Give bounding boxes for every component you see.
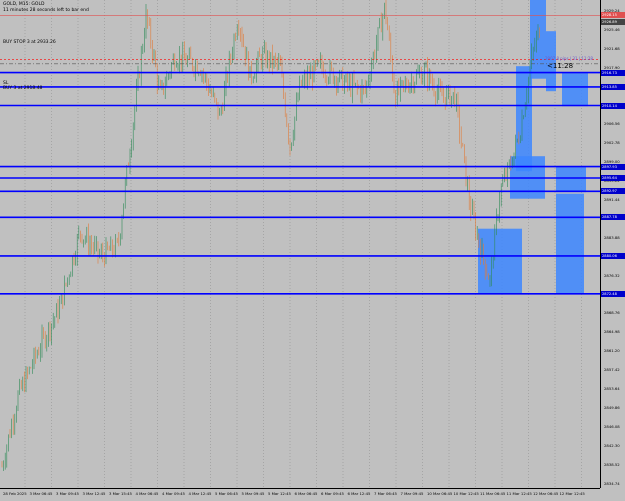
time-tick-label: 28 Feb 2025 [3, 491, 27, 496]
price-tick-label: 2864.98 [604, 329, 620, 335]
price-tick-label: 2834.74 [604, 480, 620, 486]
plot-area[interactable]: GOLD, M15: GOLD 11 minutes 28 seconds le… [0, 0, 600, 488]
zone-rect [516, 66, 532, 172]
bid-price-tag: 2926.89 [601, 18, 625, 25]
price-tick-label: 2876.32 [604, 272, 620, 278]
price-tick-label: 2921.68 [604, 45, 620, 51]
prediction-label: 2907.8 pips | 31 | 11:28 [545, 56, 593, 61]
level-price-tag: 2897.93 [601, 163, 625, 170]
time-tick-label: 10 Mar 06:45 [427, 491, 453, 496]
time-tick-label: 10 Mar 12:45 [453, 491, 479, 496]
level-price-tag: 2913.85 [601, 83, 625, 90]
price-tick-label: 2846.08 [604, 423, 620, 429]
level-price-tag: 2892.97 [601, 188, 625, 195]
symbol-info: GOLD, M15: GOLD [3, 2, 45, 7]
time-tick-label: 6 Mar 06:45 [294, 491, 318, 496]
zone-rect [478, 228, 522, 294]
price-tick-label: 2857.42 [604, 367, 620, 373]
level-price-tag: 2872.48 [601, 290, 625, 297]
time-tick-label: 6 Mar 09:45 [321, 491, 344, 496]
time-tick-label: 12 Mar 06:45 [533, 491, 559, 496]
time-tick-label: 5 Mar 09:45 [241, 491, 265, 496]
time-tick-label: 3 Mar 15:45 [109, 491, 132, 496]
time-tick-label: 4 Mar 12:45 [188, 491, 212, 496]
zone-rect [556, 167, 586, 193]
zone-rect [556, 193, 584, 294]
time-tick-label: 4 Mar 09:45 [162, 491, 185, 496]
price-tick-label: 2849.86 [604, 404, 620, 410]
price-tick-label: 2853.64 [604, 386, 620, 391]
level-price-tag: 2880.06 [601, 252, 625, 259]
bar-timer-info: 11 minutes 28 seconds left to bar end [3, 8, 89, 13]
price-tick-label: 2868.76 [604, 310, 620, 316]
price-tick-label: 2891.44 [604, 197, 620, 202]
level-price-tag: 2910.14 [601, 102, 625, 109]
time-tick-label: 11 Mar 12:45 [506, 491, 532, 496]
price-tick-label: 2925.46 [604, 26, 620, 32]
time-tick-label: 11 Mar 06:45 [480, 491, 506, 496]
bar-countdown: <11:28 [547, 62, 574, 70]
time-tick-label: 7 Mar 09:45 [400, 491, 424, 496]
price-tick-label: 2883.88 [604, 234, 620, 240]
level-price-tag: 2916.73 [601, 69, 625, 76]
buy-stop-label[interactable]: BUY STOP 3 at 2933.26 [3, 40, 56, 45]
time-tick-label: 7 Mar 06:45 [374, 491, 397, 496]
price-tick-label: 2842.30 [604, 442, 620, 448]
time-axis[interactable]: 28 Feb 2025 3 Mar 06:45 3 Mar 09:45 3 Mar 1… [0, 488, 600, 501]
buy-order-label[interactable]: BUY 3 at 2918.48 [3, 86, 42, 91]
ask-price-tag: 2928.15 [601, 12, 625, 19]
time-tick-label: 5 Mar 12:45 [268, 491, 291, 496]
time-tick-label: 3 Mar 06:45 [29, 491, 53, 496]
candlesticks [1, 0, 540, 471]
price-chart[interactable] [0, 0, 600, 488]
time-tick-label: 3 Mar 12:45 [82, 491, 106, 496]
price-axis[interactable]: 2929.242925.462921.682917.902914.122910.… [600, 0, 625, 488]
time-tick-label: 3 Mar 09:45 [56, 491, 79, 496]
price-tick-label: 2838.52 [604, 461, 620, 467]
zone-rect [562, 73, 588, 107]
time-tick-label: 6 Mar 12:45 [347, 491, 371, 496]
price-tick-label: 2906.56 [604, 121, 620, 127]
time-tick-label: 12 Mar 12:45 [559, 491, 585, 496]
order-lines [0, 15, 600, 65]
price-tick-label: 2902.78 [604, 140, 620, 146]
chart-window[interactable]: GOLD, M15: GOLD 11 minutes 28 seconds le… [0, 0, 625, 501]
level-price-tag: 2895.64 [601, 175, 625, 181]
level-price-tag: 2887.78 [601, 214, 625, 221]
price-tick-label: 2861.20 [604, 348, 620, 354]
time-tick-label: 5 Mar 06:45 [215, 491, 238, 496]
time-tick-label: 4 Mar 06:45 [135, 491, 159, 496]
